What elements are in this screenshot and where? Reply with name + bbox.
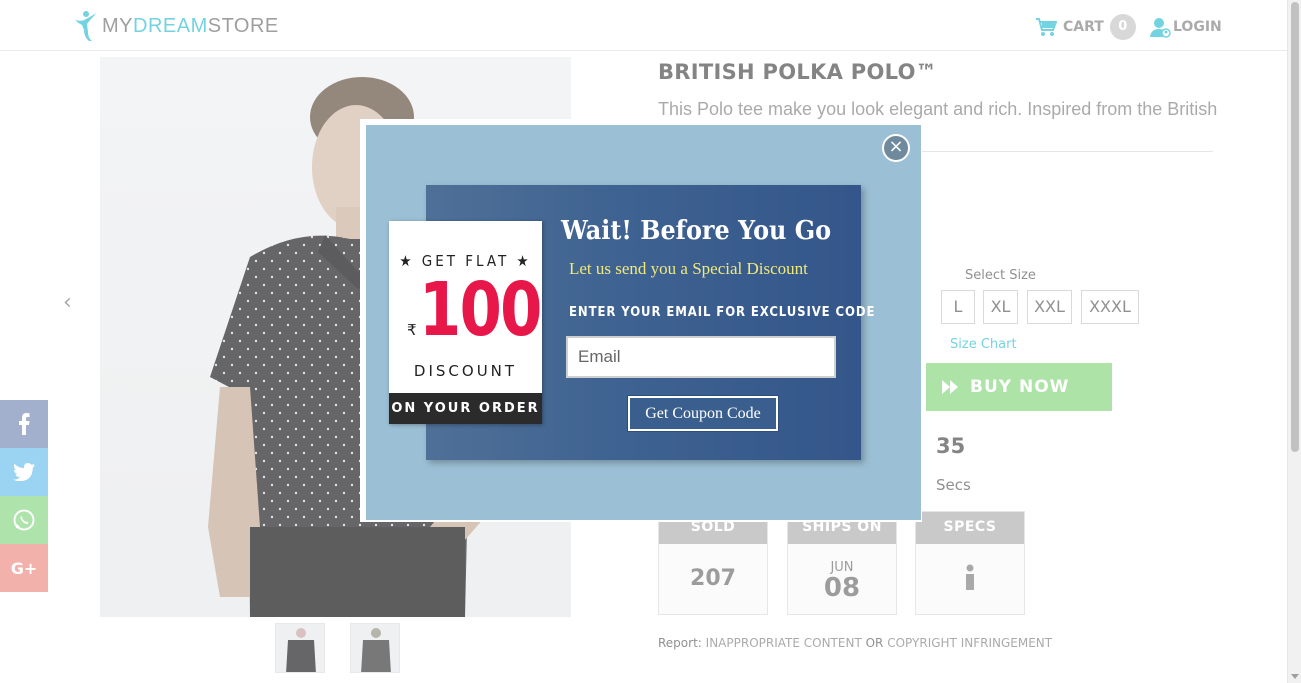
popup-heading: Wait! Before You Go [561,216,832,246]
coupon-on-your-order: ON YOUR ORDER [389,393,542,424]
page-scrollbar[interactable] [1287,0,1301,683]
popup-close-button[interactable]: × [882,134,910,162]
coupon-amount: ₹ 100 [407,273,542,347]
popup-subheading: Let us send you a Special Discount [569,259,808,278]
rupee-symbol: ₹ [407,321,417,339]
page: MYDREAMSTORE CART 0 LOGIN ‹ BRITISH POLK… [0,0,1301,683]
scroll-down-arrow-icon[interactable] [1291,674,1299,679]
popup-email-label: ENTER YOUR EMAIL FOR EXCLUSIVE CODE [569,305,876,320]
coupon-card: ★ GET FLAT ★ ₹ 100 DISCOUNT ON YOUR ORDE… [389,221,542,424]
coupon-amount-value: 100 [418,267,542,353]
scrollbar-thumb[interactable] [1291,2,1299,452]
popup-email-input[interactable] [566,336,836,378]
get-coupon-code-button[interactable]: Get Coupon Code [627,395,779,432]
coupon-discount-label: DISCOUNT [413,362,518,380]
